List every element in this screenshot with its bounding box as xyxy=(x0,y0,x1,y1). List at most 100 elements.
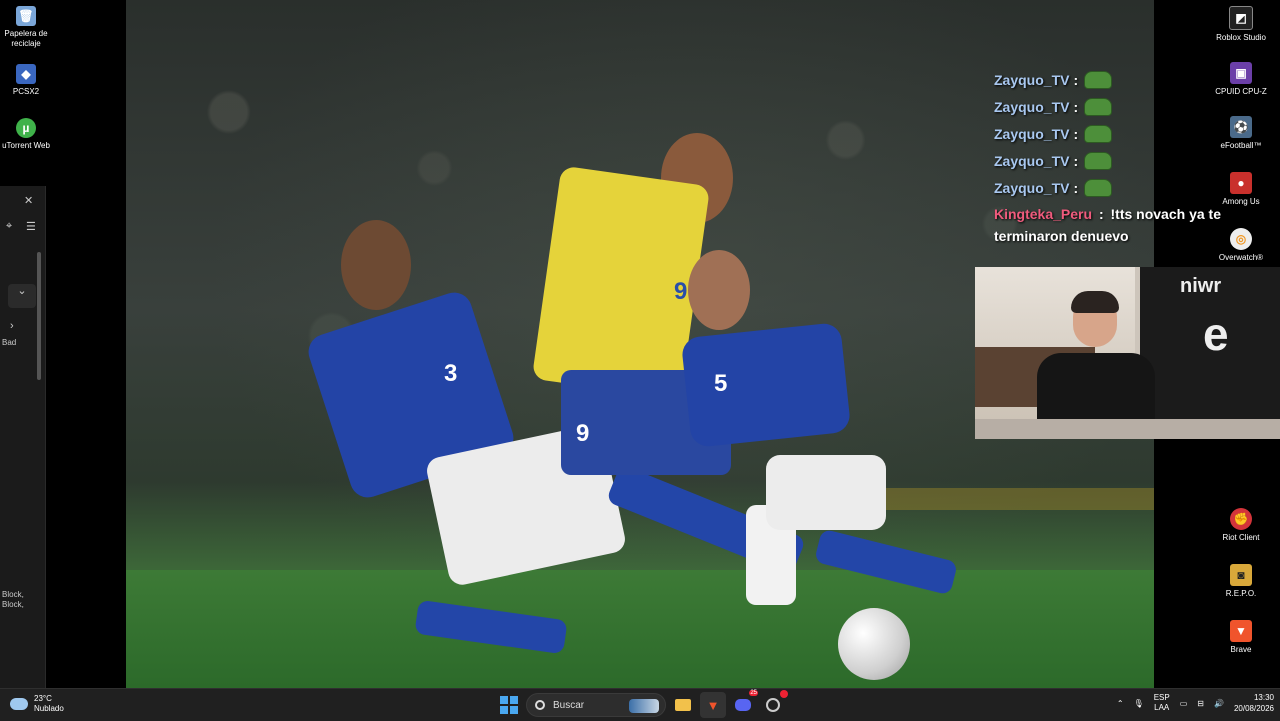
desktop-icon-label: Overwatch® xyxy=(1218,253,1264,262)
jersey-number: 9 xyxy=(576,420,590,447)
location-icon[interactable]: ⌖ xyxy=(6,220,18,233)
utorrent-icon: µ xyxy=(16,118,36,138)
panel-label-block: Block, xyxy=(2,590,24,599)
chat-message: Kingteka_Peru : !tts novach ya te termin… xyxy=(994,203,1234,247)
chat-username: Zayquo_TV xyxy=(994,125,1070,142)
desktop-icon-label: eFootball™ xyxy=(1220,141,1262,150)
pepe-emote-icon xyxy=(1084,70,1113,89)
file-explorer-button[interactable] xyxy=(670,692,696,718)
discord-taskbar-button[interactable]: 25 xyxy=(730,690,758,718)
desktop-icon-efootball[interactable]: ⚽ eFootball™ xyxy=(1214,116,1268,151)
clock-date: 20/08/2026 xyxy=(1233,704,1274,713)
chat-separator: : xyxy=(1073,71,1079,88)
keyboard-layout: LAA xyxy=(1154,703,1170,712)
chat-separator: : xyxy=(1073,98,1079,115)
chat-message: Zayquo_TV : xyxy=(994,174,1234,201)
pcsx2-icon: ◆ xyxy=(16,64,36,84)
desktop-icon-label: PCSX2 xyxy=(12,87,40,96)
chat-message: Zayquo_TV : xyxy=(994,120,1234,147)
desktop-icon-brave[interactable]: ▼ Brave xyxy=(1214,620,1268,655)
desktop-icon-pcsx2[interactable]: ◆ PCSX2 xyxy=(0,64,52,97)
taskbar-apps: Buscar ▼ 25 xyxy=(496,690,788,718)
taskbar: 23°C Nublado Buscar ▼ 25 ⌃ 🎙 ESP LAA ▭ ⊟… xyxy=(0,688,1280,721)
stream-chat-overlay: Zayquo_TV : Zayquo_TV : Zayquo_TV : Zayq… xyxy=(994,66,1234,247)
close-icon[interactable]: ✕ xyxy=(24,194,36,207)
chevron-right-icon[interactable]: › xyxy=(10,320,22,332)
desktop-icon-label: CPUID CPU-Z xyxy=(1215,87,1267,96)
player-head xyxy=(688,250,750,330)
player-head xyxy=(341,220,411,310)
jersey-number: 9 xyxy=(674,278,688,305)
roblox-studio-icon: ◩ xyxy=(1229,6,1253,30)
chat-message: Zayquo_TV : xyxy=(994,147,1234,174)
chevron-up-icon[interactable]: ⌃ xyxy=(1117,699,1124,708)
clock-time: 13:30 xyxy=(1253,693,1274,702)
language-code: ESP xyxy=(1153,693,1170,702)
pepe-emote-icon xyxy=(1084,97,1113,116)
search-placeholder: Buscar xyxy=(553,699,585,711)
language-indicator[interactable]: ESP LAA xyxy=(1154,693,1170,713)
cloud-icon xyxy=(10,698,28,710)
chevron-down-icon[interactable]: ⌄ xyxy=(8,284,36,308)
network-icon[interactable]: ⊟ xyxy=(1197,699,1204,708)
chat-separator: : xyxy=(1073,179,1079,196)
soccer-ball xyxy=(838,608,910,680)
microphone-icon[interactable]: 🎙 xyxy=(1134,699,1144,708)
app-taskbar-button[interactable] xyxy=(760,690,788,718)
brave-icon: ▼ xyxy=(706,697,720,713)
app-icon xyxy=(766,698,780,712)
efootball-icon: ⚽ xyxy=(1230,116,1252,138)
search-icon xyxy=(535,700,545,710)
windows-icon xyxy=(500,696,518,714)
desktop-icon-label: Among Us xyxy=(1222,197,1260,206)
side-widget-panel: ✕ ⌖ ☰ ⌄ › Bad Block, Block, xyxy=(0,186,46,688)
chat-separator: : xyxy=(1098,206,1104,222)
folder-icon xyxy=(675,699,691,711)
desktop-icon-label: uTorrent Web xyxy=(2,141,50,150)
chat-separator: : xyxy=(1073,152,1079,169)
desktop-icon-roblox-studio[interactable]: ◩ Roblox Studio xyxy=(1214,6,1268,43)
desktop-icon-overwatch[interactable]: ◎ Overwatch® xyxy=(1214,228,1268,263)
display-icon[interactable]: ▭ xyxy=(1180,699,1188,708)
menu-icon[interactable]: ☰ xyxy=(26,220,38,233)
chat-username: Zayquo_TV xyxy=(994,152,1070,169)
weather-desc: Nublado xyxy=(34,704,64,713)
panel-label-block: Block, xyxy=(2,600,24,609)
pepe-emote-icon xyxy=(1084,124,1113,143)
pepe-emote-icon xyxy=(1084,151,1113,170)
desktop-icon-recycle-bin[interactable]: 🗑 Papelera de reciclaje xyxy=(0,6,52,49)
chat-message: Zayquo_TV : xyxy=(994,93,1234,120)
weather-widget[interactable]: 23°C Nublado xyxy=(10,694,64,714)
search-box[interactable]: Buscar xyxy=(526,693,666,717)
volume-icon[interactable]: 🔊 xyxy=(1214,699,1224,708)
overwatch-icon: ◎ xyxy=(1230,228,1252,250)
football-pitch xyxy=(126,570,1154,688)
jersey-number: 5 xyxy=(714,370,728,397)
jersey-letter: e xyxy=(1203,308,1229,360)
streamer-hair xyxy=(1071,291,1119,313)
brave-taskbar-button[interactable]: ▼ xyxy=(700,692,726,718)
jersey-number: 3 xyxy=(444,360,458,387)
webcam-desk xyxy=(975,419,1280,439)
notification-badge: 25 xyxy=(749,690,758,696)
start-button[interactable] xyxy=(496,692,522,718)
webcam-overlay: niwr e xyxy=(975,267,1280,439)
weather-temp: 23°C xyxy=(34,694,52,703)
desktop-icon-cpuz[interactable]: ▣ CPUID CPU-Z xyxy=(1214,62,1268,97)
chat-separator: : xyxy=(1073,125,1079,142)
brave-icon: ▼ xyxy=(1230,620,1252,642)
riot-client-icon: ✊ xyxy=(1230,508,1252,530)
scrollbar[interactable] xyxy=(37,252,41,380)
repo-icon: ◙ xyxy=(1230,564,1252,586)
player-shirt xyxy=(680,321,852,449)
desktop-icon-among-us[interactable]: ● Among Us xyxy=(1214,172,1268,207)
desktop-icon-riot-client[interactable]: ✊ Riot Client xyxy=(1214,508,1268,543)
desktop-icon-label: Brave xyxy=(1230,645,1252,654)
chat-text: terminaron denuevo xyxy=(994,228,1129,244)
chat-username: Kingteka_Peru xyxy=(994,206,1093,222)
cpuz-icon: ▣ xyxy=(1230,62,1252,84)
desktop-icon-repo[interactable]: ◙ R.E.P.O. xyxy=(1214,564,1268,599)
clock[interactable]: 13:30 20/08/2026 xyxy=(1234,692,1274,714)
desktop-icon-utorrent[interactable]: µ uTorrent Web xyxy=(0,118,52,151)
desktop-icon-label: Papelera de reciclaje xyxy=(4,29,48,48)
